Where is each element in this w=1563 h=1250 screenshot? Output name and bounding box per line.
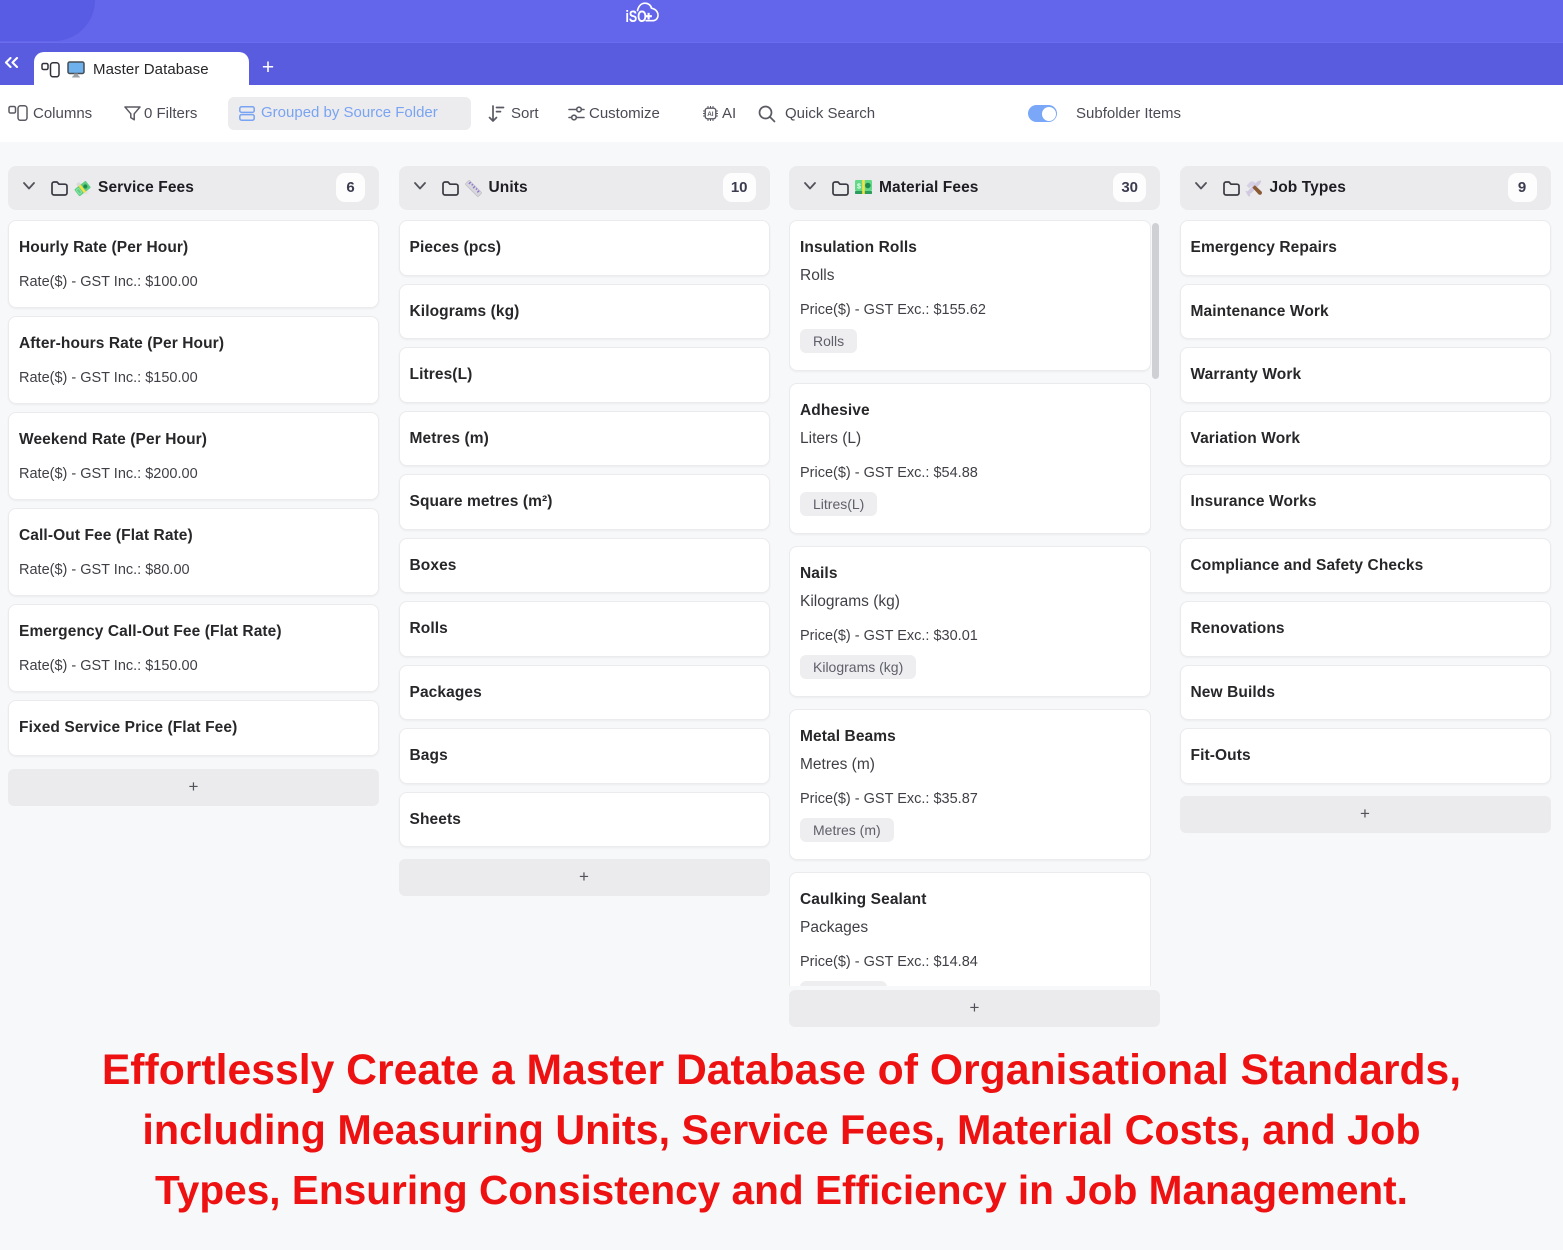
svg-text:$: $ [857, 184, 861, 191]
svg-text:AI: AI [707, 111, 714, 118]
svg-text:iSO: iSO [625, 8, 646, 26]
